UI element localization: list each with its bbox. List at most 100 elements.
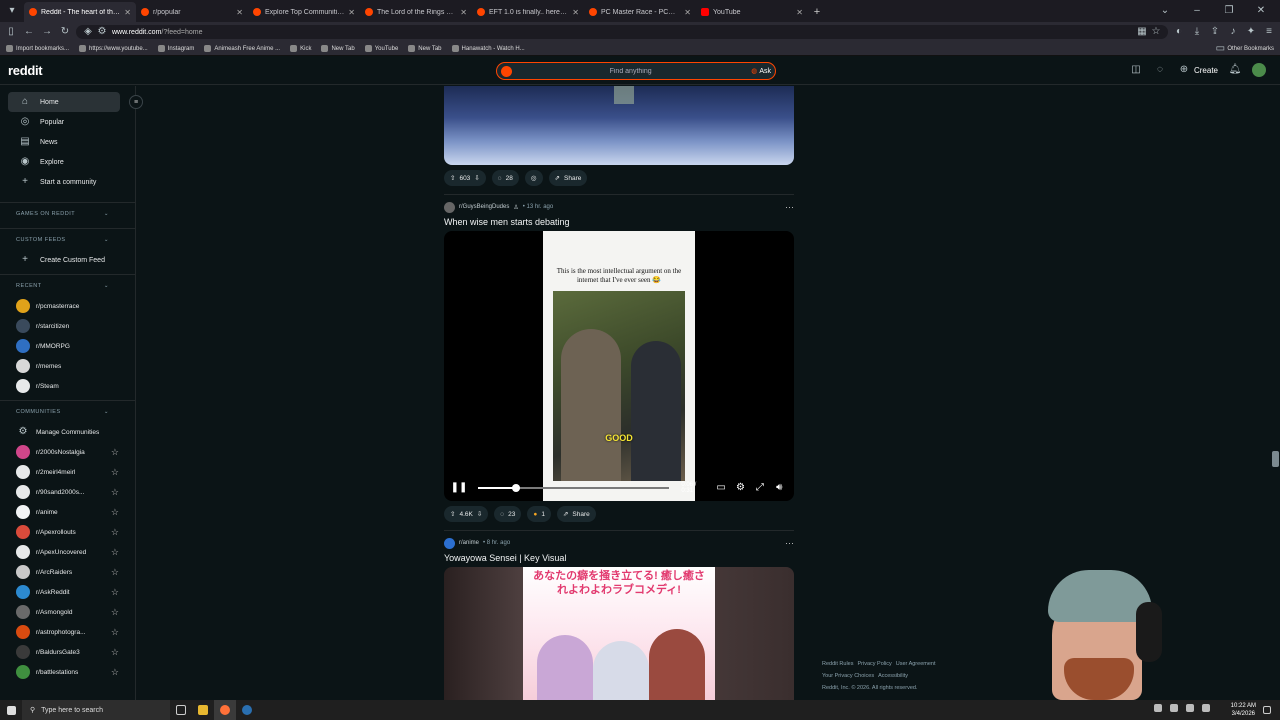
community-item[interactable]: r/ArcRaiders ☆ <box>0 562 135 582</box>
other-bookmarks[interactable]: ▭ Other Bookmarks <box>1216 42 1274 56</box>
create-custom-feed[interactable]: + Create Custom Feed <box>0 250 135 270</box>
favorite-star-icon[interactable]: ☆ <box>111 607 119 618</box>
chat-icon[interactable]: ◌ <box>1153 63 1167 77</box>
sidebar-item-news[interactable]: ▤ News <box>0 132 135 152</box>
search-bar[interactable]: ◍Ask <box>496 62 776 80</box>
upvote-icon[interactable]: ⇧ <box>450 174 455 182</box>
favorite-star-icon[interactable]: ☆ <box>111 507 119 518</box>
collapse-sidebar-button[interactable]: ≡ <box>129 95 143 109</box>
extensions-puzzle-icon[interactable]: ✦ <box>1244 25 1258 39</box>
bookmark-item[interactable]: New Tab <box>321 45 355 52</box>
close-tab-icon[interactable]: ✕ <box>572 8 579 17</box>
browser-tab[interactable]: The Lord of the Rings Online - LOTRO✕ <box>360 2 472 22</box>
bookmark-item[interactable]: Instagram <box>157 45 194 52</box>
create-button[interactable]: ⊕ Create <box>1177 63 1218 77</box>
community-item[interactable]: r/starcitizen <box>0 316 135 336</box>
video-progress-track[interactable] <box>478 484 670 492</box>
user-avatar[interactable] <box>1252 63 1266 77</box>
recent-section-header[interactable]: RECENT ⌄ <box>0 274 135 296</box>
notifications-icon[interactable] <box>1256 700 1278 720</box>
post-title[interactable]: Yowayowa Sensei | Key Visual <box>444 553 794 563</box>
fullscreen-icon[interactable]: ⤢ <box>753 481 766 495</box>
sidebar-item-home[interactable]: ⌂ Home <box>8 92 120 112</box>
favorite-star-icon[interactable]: ☆ <box>111 567 119 578</box>
tray-chevron-icon[interactable] <box>1154 704 1162 712</box>
captions-icon[interactable]: ▭ <box>714 481 727 495</box>
footer-link[interactable]: Your Privacy Choices <box>822 673 874 679</box>
pause-icon[interactable]: ❚❚ <box>451 481 468 495</box>
bookmark-item[interactable]: https://www.youtube... <box>79 45 148 52</box>
community-item[interactable]: r/anime ☆ <box>0 502 135 522</box>
community-item[interactable]: r/Asmongold ☆ <box>0 602 135 622</box>
favorite-star-icon[interactable]: ☆ <box>111 647 119 658</box>
url-bar[interactable]: ◈ ⚙ www.reddit.com/?feed=home ▦ ☆ <box>76 25 1168 39</box>
favorite-star-icon[interactable]: ☆ <box>111 527 119 538</box>
bookmark-item[interactable]: Import bookmarks... <box>6 45 69 52</box>
favorite-star-icon[interactable]: ☆ <box>111 467 119 478</box>
ask-button[interactable]: ◍ Ask <box>745 67 771 76</box>
downvote-icon[interactable]: ⇩ <box>477 510 482 518</box>
reload-icon[interactable]: ↻ <box>58 25 72 39</box>
volume-icon[interactable]: 🔊︎ <box>773 481 786 495</box>
sidebar-item-popular[interactable]: ◎ Popular <box>0 112 135 132</box>
taskbar-search[interactable]: ⚲ Type here to search <box>22 700 170 720</box>
more-options-icon[interactable]: ··· <box>785 202 794 212</box>
tab-list-icon[interactable]: ⌄ <box>1158 4 1172 18</box>
reader-view-icon[interactable]: ▦ <box>1137 25 1146 39</box>
community-item[interactable]: r/battlestations ☆ <box>0 662 135 682</box>
close-window-icon[interactable]: ✕ <box>1254 4 1268 18</box>
reddit-logo[interactable]: reddit <box>8 63 43 78</box>
extension-icon[interactable]: ◐ <box>1172 25 1186 39</box>
volume-tray-icon[interactable] <box>1202 704 1210 712</box>
community-item[interactable]: r/MMORPG <box>0 336 135 356</box>
close-tab-icon[interactable]: ✕ <box>236 8 243 17</box>
search-input[interactable] <box>516 67 746 75</box>
taskbar-clock[interactable]: 10:22 AM 3/4/2026 <box>1231 702 1256 718</box>
forward-icon[interactable]: → <box>40 25 54 39</box>
notifications-bell-icon[interactable]: 🔔︎ <box>1228 63 1242 77</box>
community-item[interactable]: r/2000sNostalgia ☆ <box>0 442 135 462</box>
community-item[interactable]: r/pcmasterrace <box>0 296 135 316</box>
footer-link[interactable]: Privacy Policy <box>858 661 892 667</box>
windows-start-icon[interactable] <box>0 700 22 720</box>
community-item[interactable]: r/ApexUncovered ☆ <box>0 542 135 562</box>
advertise-icon[interactable]: ◫ <box>1129 63 1143 77</box>
downvote-icon[interactable]: ⇩ <box>474 174 479 182</box>
community-item[interactable]: r/AskReddit ☆ <box>0 582 135 602</box>
downloads-icon[interactable]: ⤓ <box>1190 25 1204 39</box>
new-tab-button[interactable]: + <box>808 2 826 22</box>
network-icon[interactable] <box>1186 704 1194 712</box>
favorite-star-icon[interactable]: ☆ <box>111 667 119 678</box>
tray-app-icon[interactable] <box>1170 704 1178 712</box>
bookmark-item[interactable]: Hanawatch - Watch H... <box>451 45 525 52</box>
community-item[interactable]: r/Steam <box>0 376 135 396</box>
close-tab-icon[interactable]: ✕ <box>796 8 803 17</box>
browser-tab[interactable]: EFT 1.0 is finally.. here! [Discussion] ✕ <box>472 2 584 22</box>
close-tab-icon[interactable]: ✕ <box>124 8 131 17</box>
video-scrubber[interactable] <box>512 484 521 492</box>
favorite-star-icon[interactable]: ☆ <box>111 627 119 638</box>
subreddit-link[interactable]: r/anime <box>459 540 479 546</box>
community-item[interactable]: r/2meirl4meirl ☆ <box>0 462 135 482</box>
community-item[interactable]: r/90sand2000s... ☆ <box>0 482 135 502</box>
post-image[interactable]: あなたの癖を掻き立てる! 癒し癒されよわよわラブコメディ! <box>444 567 794 700</box>
share-icon[interactable]: ⇪ <box>1208 25 1222 39</box>
comments-button[interactable]: ◌ 28 <box>491 170 519 186</box>
file-explorer-icon[interactable] <box>192 700 214 720</box>
speaker-icon[interactable]: ♪ <box>1226 25 1240 39</box>
footer-link[interactable]: Accessibility <box>878 673 908 679</box>
browser-tab[interactable]: PC Master Race - PCMR: A place✕ <box>584 2 696 22</box>
page-scrollbar-thumb[interactable] <box>1272 451 1279 467</box>
browser-tab[interactable]: YouTube ✕ <box>696 2 808 22</box>
browser-tab[interactable]: Reddit - The heart of the internet ✕ <box>24 2 136 22</box>
bookmark-item[interactable]: YouTube <box>364 45 398 52</box>
footer-link[interactable]: Reddit Rules <box>822 661 854 667</box>
award-button[interactable]: ◎ <box>524 170 543 186</box>
favorite-star-icon[interactable]: ☆ <box>111 547 119 558</box>
bookmark-item[interactable]: New Tab <box>408 45 442 52</box>
subreddit-link[interactable]: r/GuysBeingDudes <box>459 204 509 210</box>
bookmark-item[interactable]: Animeash Free Anime ... <box>204 45 280 52</box>
task-view-icon[interactable] <box>170 700 192 720</box>
site-info-icon[interactable]: ⚙ <box>98 25 107 39</box>
footer-link[interactable]: User Agreement <box>896 661 936 667</box>
